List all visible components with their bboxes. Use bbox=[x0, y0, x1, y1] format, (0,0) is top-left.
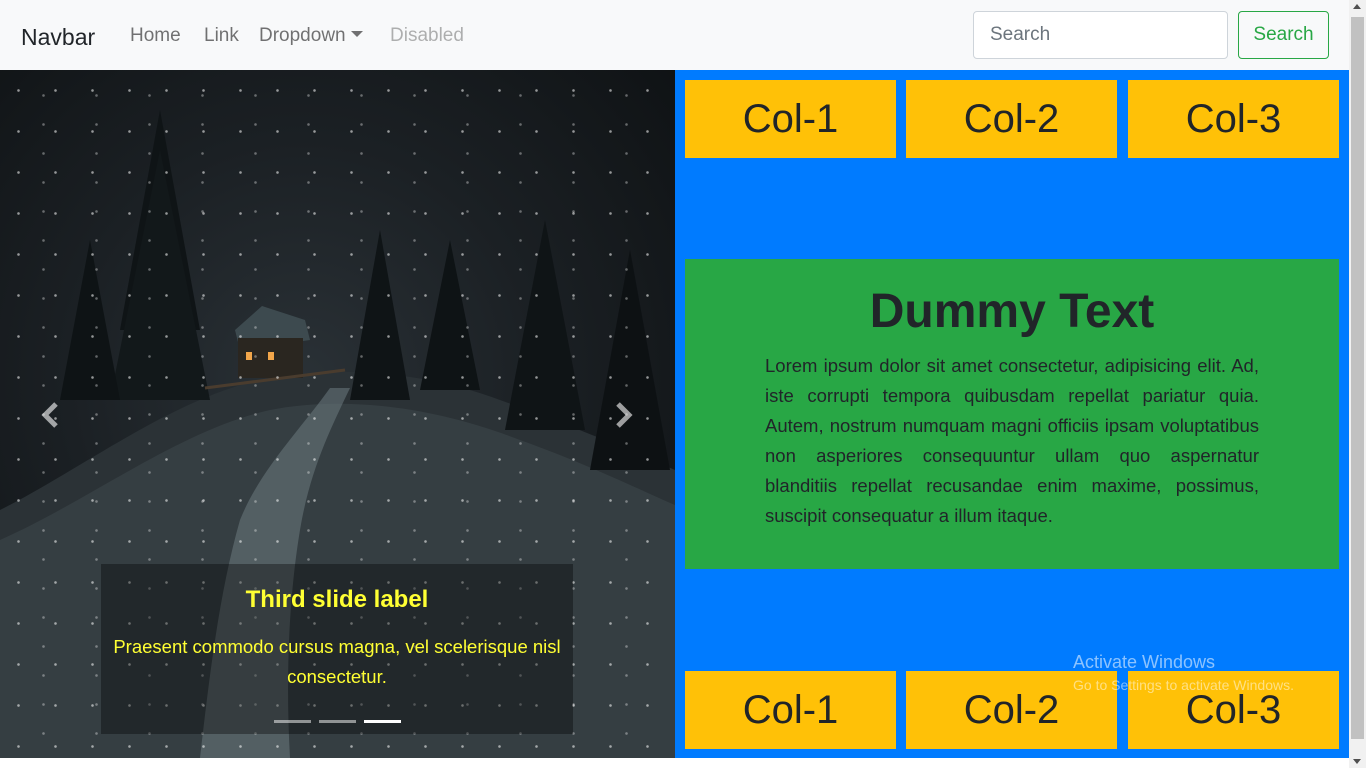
carousel-indicator-3[interactable] bbox=[364, 720, 401, 723]
feature-title: Dummy Text bbox=[869, 285, 1155, 338]
feature-box: Dummy Text Lorem ipsum dolor sit amet co… bbox=[685, 259, 1339, 569]
navbar: Navbar Home Link Dropdown Disabled Searc… bbox=[0, 0, 1349, 70]
feature-body: Lorem ipsum dolor sit amet consectetur, … bbox=[765, 355, 1259, 526]
caption-text: Praesent commodo cursus magna, vel scele… bbox=[113, 636, 561, 687]
carousel-indicator-1[interactable] bbox=[274, 720, 311, 723]
col-box-top-3: Col-3 bbox=[1128, 80, 1339, 158]
scroll-up-icon[interactable] bbox=[1353, 4, 1361, 9]
scroll-down-icon[interactable] bbox=[1353, 759, 1361, 764]
nav-dropdown-toggle[interactable]: Dropdown bbox=[259, 24, 363, 48]
caption-title: Third slide label bbox=[245, 586, 429, 613]
carousel-caption: Third slide label Praesent commodo cursu… bbox=[101, 564, 573, 734]
col-box-top-1: Col-1 bbox=[685, 80, 896, 158]
carousel-indicator-2[interactable] bbox=[319, 720, 356, 723]
content-panel: Col-1 Col-2 Col-3 Dummy Text Lorem ipsum… bbox=[675, 70, 1349, 758]
caret-down-icon bbox=[350, 31, 363, 37]
nav-link-link[interactable]: Link bbox=[204, 24, 239, 48]
search-button[interactable]: Search bbox=[1238, 11, 1329, 59]
col-box-top-2: Col-2 bbox=[906, 80, 1117, 158]
nav-dropdown-label: Dropdown bbox=[259, 25, 346, 46]
nav-link-disabled: Disabled bbox=[390, 25, 464, 46]
search-input[interactable] bbox=[973, 11, 1228, 59]
windows-watermark-subtitle: Go to Settings to activate Windows. bbox=[1073, 677, 1294, 693]
page-scrollbar[interactable] bbox=[1349, 0, 1366, 768]
carousel-prev-icon[interactable] bbox=[36, 400, 66, 430]
col-box-bottom-1: Col-1 bbox=[685, 671, 896, 749]
nav-link-home[interactable]: Home bbox=[130, 24, 181, 48]
carousel: Third slide label Praesent commodo cursu… bbox=[0, 70, 675, 758]
navbar-brand[interactable]: Navbar bbox=[21, 22, 95, 52]
carousel-next-icon[interactable] bbox=[608, 400, 638, 430]
windows-watermark-title: Activate Windows bbox=[1073, 652, 1216, 672]
scrollbar-thumb[interactable] bbox=[1351, 17, 1364, 739]
